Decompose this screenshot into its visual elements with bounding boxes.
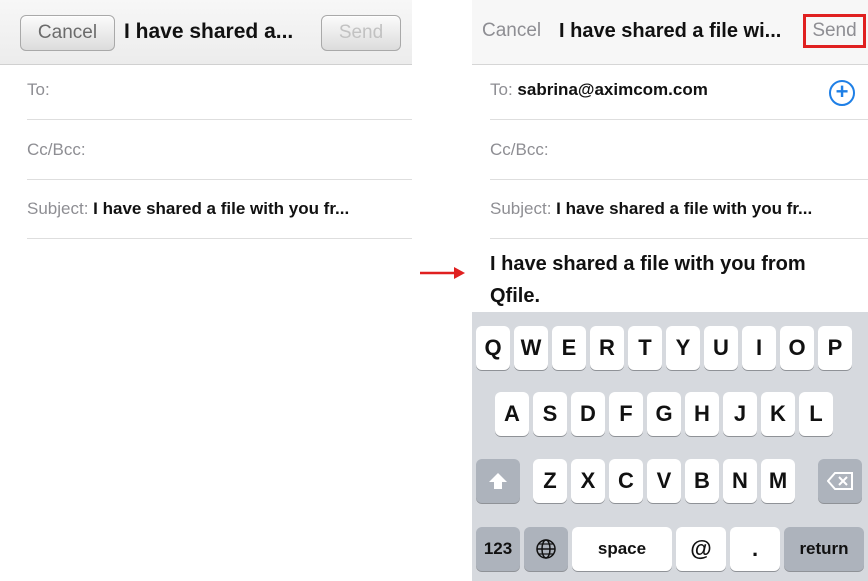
- key-o[interactable]: O: [780, 326, 814, 370]
- to-field[interactable]: To: sabrina@aximcom.com: [490, 60, 868, 120]
- subject-label: Subject:: [27, 199, 89, 218]
- send-button-highlighted[interactable]: Send: [803, 14, 866, 48]
- key-j[interactable]: J: [723, 392, 757, 436]
- plus-circle-icon[interactable]: +: [829, 80, 855, 106]
- keyboard: Q W E R T Y U I O P A S D F G H J K L Z …: [472, 312, 868, 581]
- ccbcc-field[interactable]: Cc/Bcc:: [27, 120, 412, 180]
- shift-arrow-icon: [489, 473, 507, 489]
- subject-field[interactable]: Subject: I have shared a file with you f…: [490, 179, 868, 239]
- to-field[interactable]: To:: [27, 60, 412, 120]
- red-arrow-icon: [420, 267, 465, 279]
- key-i[interactable]: I: [742, 326, 776, 370]
- key-h[interactable]: H: [685, 392, 719, 436]
- compose-title: I have shared a file wi...: [559, 20, 782, 42]
- ccbcc-label: Cc/Bcc:: [27, 140, 86, 159]
- left-compose-screen: Cancel I have shared a... Send To: Cc/Bc…: [0, 0, 412, 581]
- key-q[interactable]: Q: [476, 326, 510, 370]
- message-body[interactable]: I have shared a file with you from Qfile…: [490, 248, 830, 312]
- key-n[interactable]: N: [723, 459, 757, 503]
- key-y[interactable]: Y: [666, 326, 700, 370]
- key-x[interactable]: X: [571, 459, 605, 503]
- to-label: To:: [490, 80, 513, 99]
- ccbcc-field[interactable]: Cc/Bcc:: [490, 120, 868, 180]
- key-f[interactable]: F: [609, 392, 643, 436]
- right-compose-screen: Cancel I have shared a file wi... Send T…: [472, 0, 868, 581]
- subject-value: I have shared a file with you fr...: [556, 199, 813, 218]
- send-button-disabled[interactable]: Send: [321, 15, 401, 51]
- key-c[interactable]: C: [609, 459, 643, 503]
- subject-value: I have shared a file with you fr...: [93, 199, 350, 218]
- key-w[interactable]: W: [514, 326, 548, 370]
- subject-field[interactable]: Subject: I have shared a file with you f…: [27, 179, 412, 239]
- cancel-button[interactable]: Cancel: [20, 15, 115, 51]
- compose-title: I have shared a...: [124, 20, 294, 43]
- key-u[interactable]: U: [704, 326, 738, 370]
- subject-label: Subject:: [490, 199, 552, 218]
- key-s[interactable]: S: [533, 392, 567, 436]
- to-label: To:: [27, 80, 50, 99]
- backspace-key[interactable]: [818, 459, 862, 503]
- left-navigation-bar: Cancel I have shared a... Send: [0, 0, 412, 65]
- numbers-key[interactable]: 123: [476, 527, 520, 571]
- key-p[interactable]: P: [818, 326, 852, 370]
- space-key[interactable]: space: [572, 527, 672, 571]
- key-a[interactable]: A: [495, 392, 529, 436]
- right-navigation-bar: Cancel I have shared a file wi... Send: [472, 0, 868, 65]
- globe-key[interactable]: [524, 527, 568, 571]
- key-d[interactable]: D: [571, 392, 605, 436]
- key-z[interactable]: Z: [533, 459, 567, 503]
- key-t[interactable]: T: [628, 326, 662, 370]
- ccbcc-label: Cc/Bcc:: [490, 140, 549, 159]
- key-e[interactable]: E: [552, 326, 586, 370]
- key-m[interactable]: M: [761, 459, 795, 503]
- to-recipient: sabrina@aximcom.com: [517, 80, 708, 99]
- at-key[interactable]: @: [676, 527, 726, 571]
- key-v[interactable]: V: [647, 459, 681, 503]
- period-key[interactable]: .: [730, 527, 780, 571]
- backspace-icon: [826, 472, 853, 490]
- key-b[interactable]: B: [685, 459, 719, 503]
- shift-key[interactable]: [476, 459, 520, 503]
- return-key[interactable]: return: [784, 527, 864, 571]
- cancel-button[interactable]: Cancel: [482, 20, 541, 42]
- key-g[interactable]: G: [647, 392, 681, 436]
- key-k[interactable]: K: [761, 392, 795, 436]
- key-r[interactable]: R: [590, 326, 624, 370]
- key-l[interactable]: L: [799, 392, 833, 436]
- globe-icon: [536, 539, 556, 559]
